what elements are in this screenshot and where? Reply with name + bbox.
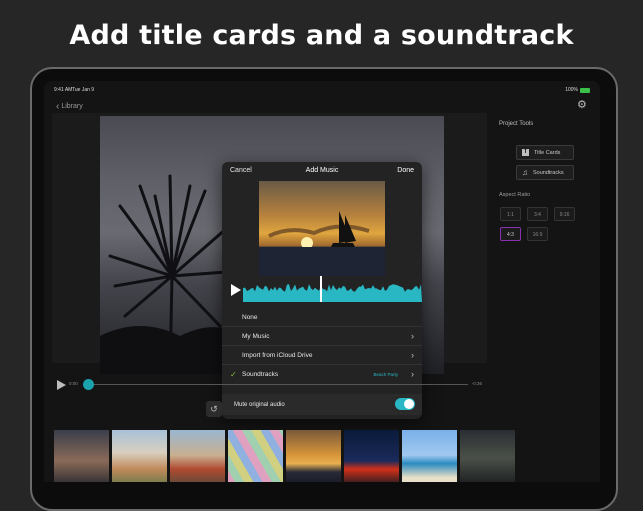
back-button[interactable]: ‹ Library (56, 101, 83, 112)
toggle-knob (404, 399, 414, 409)
ratio-4-3[interactable]: 4:3 (500, 227, 521, 241)
clip-thumbnail[interactable] (344, 430, 399, 482)
clip-strip (54, 430, 515, 482)
battery-percent: 100% (565, 87, 578, 93)
clip-thumbnail[interactable] (460, 430, 515, 482)
gear-icon[interactable]: ⚙ (577, 100, 587, 111)
sheet-header: Cancel Add Music Done (222, 167, 422, 181)
timeline-track[interactable] (94, 384, 468, 385)
ratio-16-9[interactable]: 16:9 (527, 227, 548, 241)
music-note-icon: ♫ (522, 168, 528, 177)
soundtracks-label: Soundtracks (533, 169, 564, 176)
clip-thumbnail[interactable] (402, 430, 457, 482)
clip-thumbnail[interactable] (54, 430, 109, 482)
title-cards-button[interactable]: T Title Cards (516, 145, 574, 160)
list-item-my-music[interactable]: My Music › (222, 326, 422, 345)
chevron-right-icon: › (411, 331, 414, 341)
project-tools-panel: Project Tools (499, 121, 599, 127)
remaining-time: -0:36 (471, 381, 482, 386)
app-screen: 9:41 AM Tue Jan 9 100% ‹ Library ⚙ Cance… (44, 81, 600, 482)
back-label: Library (61, 103, 83, 110)
status-date: Tue Jan 9 (72, 87, 95, 93)
ratio-9-16[interactable]: 9:16 (554, 207, 575, 221)
list-item-icloud[interactable]: Import from iCloud Drive › (222, 345, 422, 364)
mute-toggle[interactable] (395, 398, 415, 410)
list-item-label: None (242, 313, 258, 321)
clip-thumbnail[interactable] (286, 430, 341, 482)
timeline-scrubber[interactable] (83, 379, 94, 390)
playback-bar: 0:00 -0:36 (54, 378, 482, 392)
sheet-title: Add Music (305, 167, 339, 174)
undo-icon[interactable]: ↺ (206, 401, 222, 417)
ratio-3-4[interactable]: 3:4 (527, 207, 548, 221)
list-item-none[interactable]: None (222, 308, 422, 326)
battery-icon (580, 87, 590, 93)
music-source-list: None My Music › Import from iCloud Drive… (222, 308, 422, 383)
list-item-label: Import from iCloud Drive (242, 351, 313, 359)
list-item-label: My Music (242, 332, 270, 340)
clip-thumbnail[interactable] (112, 430, 167, 482)
soundtracks-button[interactable]: ♫ Soundtracks (516, 165, 574, 180)
current-time: 0:00 (69, 381, 78, 386)
clip-thumbnail[interactable] (228, 430, 283, 482)
chevron-right-icon: › (411, 350, 414, 360)
title-cards-label: Title Cards (534, 149, 561, 156)
mute-audio-row: Mute original audio (222, 394, 422, 415)
clip-thumbnail (259, 181, 385, 276)
status-bar: 9:41 AM Tue Jan 9 100% (52, 87, 592, 95)
done-button[interactable]: Done (397, 167, 414, 174)
project-tools-heading: Project Tools (499, 121, 534, 127)
ratio-1-1[interactable]: 1:1 (500, 207, 521, 221)
selected-track: Beach Party (373, 371, 398, 377)
play-icon[interactable] (56, 380, 66, 390)
sunset-sailboat-image (259, 211, 385, 276)
status-time: 9:41 AM (54, 87, 73, 93)
battery-indicator: 100% (565, 87, 590, 93)
headline: Add title cards and a soundtrack (69, 20, 574, 51)
play-icon[interactable] (228, 283, 242, 297)
playhead[interactable] (320, 276, 322, 302)
aspect-ratio-heading: Aspect Ratio (499, 192, 531, 198)
clip-thumbnail[interactable] (170, 430, 225, 482)
audio-waveform[interactable] (243, 278, 422, 302)
chevron-left-icon: ‹ (56, 101, 60, 112)
list-item-label: Soundtracks (242, 370, 279, 378)
mute-label: Mute original audio (234, 401, 285, 408)
title-card-icon: T (522, 149, 529, 156)
cancel-button[interactable]: Cancel (230, 167, 252, 174)
